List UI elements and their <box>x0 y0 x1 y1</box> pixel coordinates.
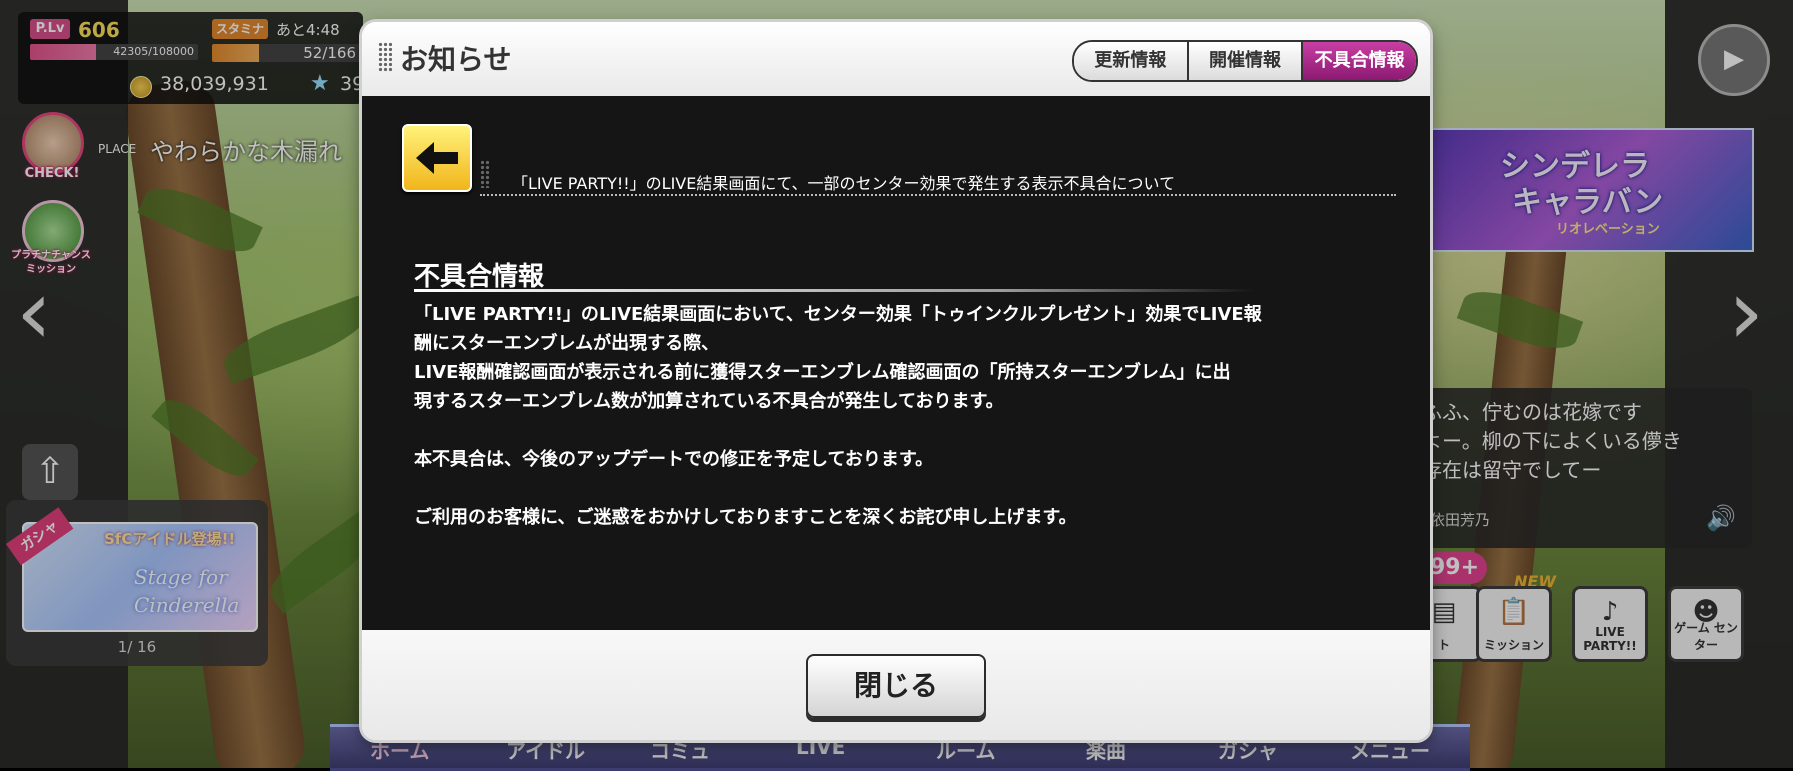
section-heading: 不具合情報 <box>414 262 545 292</box>
close-button[interactable]: 閉じる <box>806 654 986 718</box>
tab-event-info[interactable]: 開催情報 <box>1188 42 1304 80</box>
tab-bug-info[interactable]: 不具合情報 <box>1303 42 1416 80</box>
notice-paragraph-line: 現するスターエンブレム数が加算されている不具合が発生しております。 <box>414 391 1004 412</box>
notice-paragraph-line: 本不具合は、今後のアップデートでの修正を予定しております。 <box>414 449 934 470</box>
notice-paragraph-line: 酬にスターエンブレムが出現する際、 <box>414 333 720 354</box>
notice-title-underline <box>480 194 1396 196</box>
tab-update-info[interactable]: 更新情報 <box>1074 42 1189 80</box>
notice-paragraph-line: 「LIVE PARTY!!」のLIVE結果画面において、センター効果「トゥインク… <box>414 304 1262 325</box>
notice-modal: お知らせ 更新情報 開催情報 不具合情報 「LIVE PARTY!!」のLIVE… <box>362 22 1430 740</box>
section-heading-underline <box>414 289 1254 292</box>
notice-title: 「LIVE PARTY!!」のLIVE結果画面にて、一部のセンター効果で発生する… <box>512 174 1176 193</box>
notice-paragraph-line: LIVE報酬確認画面が表示される前に獲得スターエンブレム確認画面の「所持スターエ… <box>414 362 1231 383</box>
title-dots-icon <box>378 42 392 72</box>
notice-tabs: 更新情報 開催情報 不具合情報 <box>1072 40 1418 82</box>
modal-title: お知らせ <box>400 43 512 76</box>
notice-paragraph-line: ご利用のお客様に、ご迷惑をおかけしておりますことを深くお詫び申し上げます。 <box>414 507 1077 528</box>
modal-content[interactable]: 「LIVE PARTY!!」のLIVE結果画面にて、一部のセンター効果で発生する… <box>362 96 1430 630</box>
back-button[interactable] <box>402 124 472 192</box>
modal-header: お知らせ 更新情報 開催情報 不具合情報 <box>362 22 1430 96</box>
notice-title-dots-icon <box>480 160 490 188</box>
modal-footer: 閉じる <box>362 630 1430 740</box>
back-arrow-icon <box>416 142 458 174</box>
